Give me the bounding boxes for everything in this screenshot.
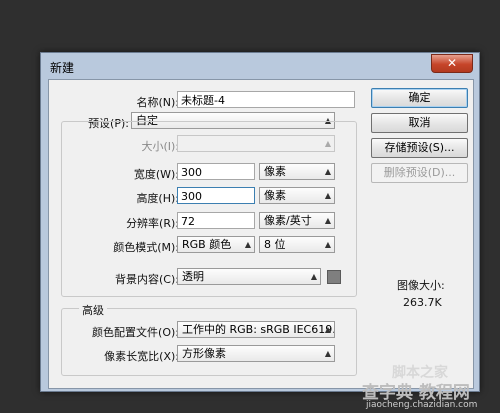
- chevron-up-down-icon: ▲: [324, 240, 331, 249]
- delete-preset-button: 删除预设(D)...: [371, 163, 468, 183]
- size-label: 大小(I):: [141, 140, 179, 153]
- color-profile-select[interactable]: 工作中的 RGB: sRGB IEC619... ▲: [177, 321, 335, 338]
- chevron-up-down-icon: ▲: [324, 167, 331, 176]
- chevron-up-down-icon: ▲: [244, 240, 251, 249]
- color-profile-value: 工作中的 RGB: sRGB IEC619...: [182, 323, 335, 336]
- width-input[interactable]: 300: [177, 163, 255, 180]
- chevron-up-down-icon: ▲: [324, 191, 331, 200]
- pixel-aspect-value: 方形像素: [182, 347, 226, 360]
- background-select[interactable]: 透明 ▲: [177, 268, 321, 285]
- title-bar[interactable]: 新建 ✕: [41, 53, 479, 77]
- height-label: 高度(H):: [136, 192, 179, 205]
- pixel-aspect-label: 像素长宽比(X):: [104, 350, 179, 363]
- close-icon: ✕: [446, 56, 458, 70]
- resolution-input[interactable]: 72: [177, 212, 255, 229]
- color-mode-select[interactable]: RGB 颜色 ▲: [177, 236, 255, 253]
- resolution-unit-select[interactable]: 像素/英寸 ▲: [259, 212, 335, 229]
- pixel-aspect-select[interactable]: 方形像素 ▲: [177, 345, 335, 362]
- chevron-up-down-icon: ▲: [324, 216, 331, 225]
- close-button[interactable]: ✕: [431, 54, 473, 73]
- color-mode-label: 颜色模式(M):: [113, 241, 179, 254]
- width-unit-value: 像素: [264, 165, 286, 178]
- save-preset-button[interactable]: 存储预设(S)...: [371, 138, 468, 158]
- ok-button[interactable]: 确定: [371, 88, 468, 108]
- color-mode-value: RGB 颜色: [182, 238, 232, 251]
- resolution-label: 分辨率(R):: [126, 217, 179, 230]
- color-profile-label: 颜色配置文件(O):: [92, 326, 179, 339]
- advanced-label: 高级: [79, 302, 107, 318]
- dialog-title: 新建: [50, 61, 75, 75]
- width-unit-select[interactable]: 像素 ▲: [259, 163, 335, 180]
- cancel-button[interactable]: 取消: [371, 113, 468, 133]
- watermark-url: jiaocheng.chazidian.com: [366, 400, 478, 410]
- dialog-body: 名称(N): 未标题-4 预设(P): 自定 ▲ 大小(I): ▲ 宽度(W):…: [48, 79, 474, 389]
- image-size-value: 263.7K: [403, 296, 442, 309]
- size-select: ▲: [177, 135, 335, 152]
- resolution-unit-value: 像素/英寸: [264, 214, 312, 227]
- background-label: 背景内容(C):: [115, 273, 179, 286]
- background-value: 透明: [182, 270, 204, 283]
- height-unit-value: 像素: [264, 189, 286, 202]
- chevron-up-down-icon: ▲: [324, 139, 331, 148]
- advanced-group: [61, 308, 357, 376]
- chevron-up-down-icon: ▲: [324, 349, 331, 358]
- chevron-up-down-icon: ▲: [324, 325, 331, 334]
- bit-depth-value: 8 位: [264, 238, 286, 251]
- width-label: 宽度(W):: [133, 168, 179, 181]
- new-document-dialog: 新建 ✕ 名称(N): 未标题-4 预设(P): 自定 ▲ 大小(I): ▲ 宽…: [40, 52, 480, 392]
- name-label: 名称(N):: [136, 96, 179, 109]
- background-color-swatch[interactable]: [327, 270, 341, 284]
- bit-depth-select[interactable]: 8 位 ▲: [259, 236, 335, 253]
- height-unit-select[interactable]: 像素 ▲: [259, 187, 335, 204]
- name-input[interactable]: 未标题-4: [177, 91, 355, 108]
- image-size-label: 图像大小:: [397, 279, 445, 292]
- height-input[interactable]: 300: [177, 187, 255, 204]
- chevron-up-down-icon: ▲: [310, 272, 317, 281]
